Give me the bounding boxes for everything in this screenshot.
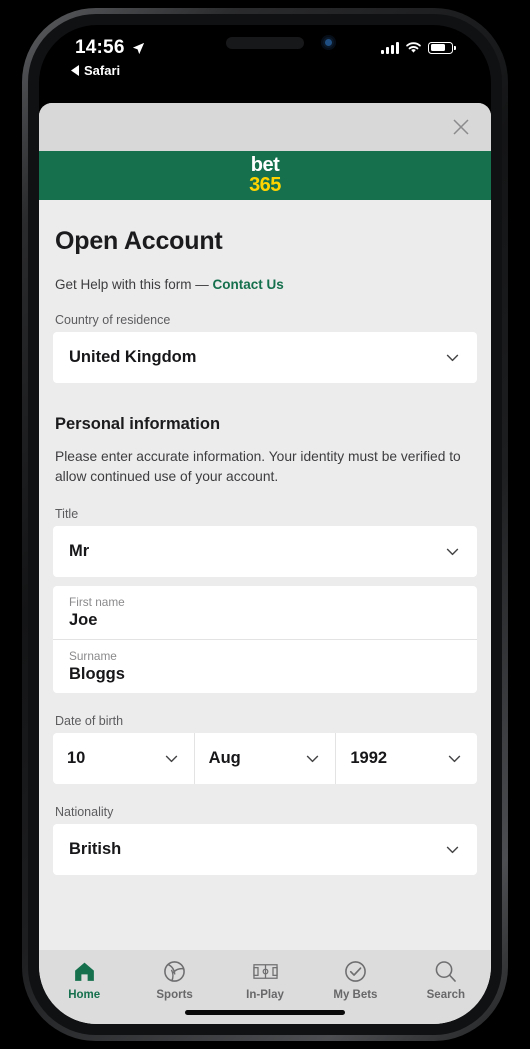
- title-select[interactable]: Mr: [53, 526, 477, 578]
- cellular-bars-icon: [381, 41, 399, 54]
- front-camera: [321, 35, 336, 50]
- phone-screen: 14:56 Safari bet 365 Open Account Get He…: [39, 25, 491, 1024]
- chevron-down-icon: [446, 354, 459, 362]
- chevron-down-icon: [446, 846, 459, 854]
- dob-month-value: Aug: [208, 749, 241, 768]
- triangle-left-icon: [71, 65, 79, 76]
- first-name-label: First name: [69, 595, 125, 610]
- tab-sports-label: Sports: [156, 989, 193, 1001]
- pitch-icon: [252, 964, 278, 979]
- brand-bar: bet 365: [39, 151, 491, 200]
- dob-day-select[interactable]: 10: [53, 733, 194, 784]
- tab-my-bets-label: My Bets: [333, 989, 378, 1001]
- safari-back-link[interactable]: Safari: [71, 63, 120, 78]
- tab-home-label: Home: [68, 989, 101, 1001]
- tab-sports[interactable]: Sports: [129, 959, 219, 1001]
- surname-value: Bloggs: [69, 665, 125, 684]
- surname-label: Surname: [69, 649, 117, 664]
- home-indicator[interactable]: [185, 1010, 345, 1015]
- logo-line-1: bet: [250, 154, 280, 177]
- nationality-value: British: [69, 840, 122, 859]
- sheet-header: [39, 103, 491, 151]
- location-arrow-icon: [132, 42, 144, 54]
- title-value: Mr: [69, 542, 90, 561]
- dob-day-value: 10: [67, 749, 86, 768]
- help-line: Get Help with this form — Contact Us: [55, 277, 477, 292]
- dob-year-value: 1992: [350, 749, 388, 768]
- modal-sheet: bet 365 Open Account Get Help with this …: [39, 103, 491, 1024]
- status-indicators: [381, 41, 456, 54]
- status-bar: 14:56 Safari: [39, 25, 491, 85]
- contact-us-link[interactable]: Contact Us: [213, 277, 284, 292]
- dob-label: Date of birth: [55, 714, 124, 729]
- wifi-icon: [406, 42, 421, 53]
- search-icon: [435, 961, 457, 982]
- dob-row: 10 Aug 1992: [53, 733, 477, 785]
- country-label: Country of residence: [55, 313, 171, 327]
- home-icon: [74, 962, 94, 981]
- tab-in-play-label: In-Play: [246, 989, 284, 1001]
- title-label: Title: [55, 507, 79, 522]
- chevron-down-icon: [307, 755, 319, 763]
- personal-info-heading: Personal information: [55, 415, 221, 433]
- screenshot-stage: 14:56 Safari bet 365 Open Account Get He…: [0, 0, 530, 1049]
- first-name-field[interactable]: First name Joe: [53, 586, 477, 639]
- personal-info-description: Please enter accurate information. Your …: [55, 449, 461, 484]
- chevron-down-icon: [448, 755, 461, 763]
- status-time: 14:56: [75, 37, 146, 59]
- ball-icon: [164, 961, 185, 982]
- dob-year-select[interactable]: 1992: [335, 733, 477, 785]
- tab-my-bets[interactable]: My Bets: [310, 959, 400, 1001]
- status-time-label: 14:56: [75, 37, 125, 58]
- logo-line-2: 365: [249, 173, 281, 196]
- bet365-logo: bet 365: [249, 154, 281, 196]
- tab-search-label: Search: [426, 989, 465, 1001]
- tab-search[interactable]: Search: [401, 959, 491, 1001]
- first-name-value: Joe: [69, 611, 98, 630]
- dob-month-select[interactable]: Aug: [193, 733, 336, 785]
- dynamic-island: [226, 37, 304, 49]
- check-circle-icon: [345, 961, 366, 982]
- chevron-down-icon: [446, 548, 459, 556]
- form-body: Open Account Get Help with this form — C…: [39, 200, 491, 950]
- battery-icon: [428, 41, 456, 54]
- help-text: Get Help with this form —: [55, 277, 213, 292]
- chevron-down-icon: [165, 755, 177, 763]
- phone-frame: 14:56 Safari bet 365 Open Account Get He…: [22, 8, 508, 1041]
- nationality-label: Nationality: [55, 805, 114, 820]
- close-icon[interactable]: [449, 115, 473, 139]
- surname-field[interactable]: Surname Bloggs: [53, 639, 477, 693]
- country-value: United Kingdom: [69, 348, 197, 366]
- country-select[interactable]: United Kingdom: [53, 332, 477, 383]
- name-card: First name Joe Surname Bloggs: [53, 586, 477, 694]
- safari-back-label: Safari: [84, 63, 121, 78]
- tab-in-play[interactable]: In-Play: [220, 959, 310, 1001]
- nationality-select[interactable]: British: [53, 824, 477, 876]
- page-title: Open Account: [55, 227, 223, 255]
- tab-home[interactable]: Home: [39, 959, 129, 1001]
- phone-bezel: 14:56 Safari bet 365 Open Account Get He…: [28, 14, 502, 1035]
